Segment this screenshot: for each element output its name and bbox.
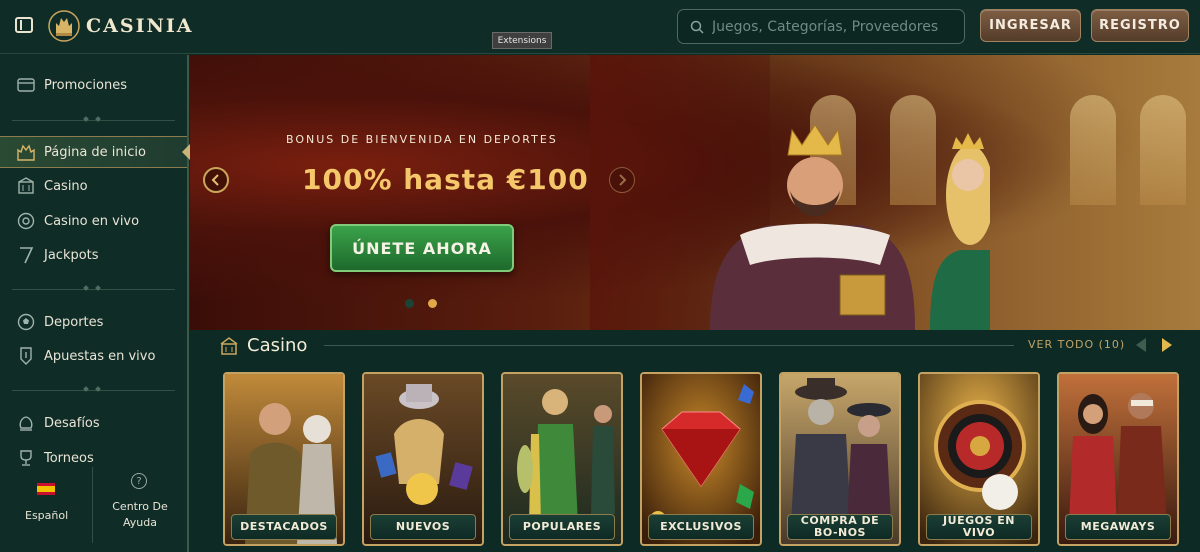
sidebar-item-label: Torneos xyxy=(44,450,94,466)
category-card-bonus-buy[interactable]: COMPRA DE BO-NOS xyxy=(779,372,901,546)
card-label: JUEGOS EN VIVO xyxy=(926,514,1032,540)
promotions-icon xyxy=(16,75,36,95)
sidebar-divider xyxy=(12,116,175,122)
card-label: EXCLUSIVOS xyxy=(648,514,754,540)
help-question-icon[interactable]: ? xyxy=(131,473,147,489)
language-help-area: Español ? Centro De Ayuda xyxy=(0,467,187,552)
sidebar-item-challenges[interactable]: Desafíos xyxy=(0,407,187,439)
trophy-icon xyxy=(16,448,36,468)
sidebar-item-label: Casino en vivo xyxy=(44,213,140,229)
jackpot-seven-icon xyxy=(16,245,36,265)
help-center-link[interactable]: Centro De Ayuda xyxy=(106,499,174,531)
casino-section-header: Casino VER TODO (10) xyxy=(190,330,1200,366)
card-label: DESTACADOS xyxy=(231,514,337,540)
chevron-right-icon xyxy=(619,174,627,186)
category-card-new[interactable]: NUEVOS xyxy=(362,372,484,546)
challenges-icon xyxy=(16,413,36,433)
sidebar-item-label: Página de inicio xyxy=(44,144,146,160)
category-card-live-games[interactable]: JUEGOS EN VIVO xyxy=(918,372,1040,546)
spain-flag-icon[interactable] xyxy=(37,483,55,495)
sidebar-item-home[interactable]: Página de inicio xyxy=(0,136,190,168)
register-button[interactable]: REGISTRO xyxy=(1091,9,1189,42)
live-bets-icon xyxy=(16,346,36,366)
card-label: POPULARES xyxy=(509,514,615,540)
search-box[interactable] xyxy=(677,9,965,44)
hero-banner: BONUS DE BIENVENIDA EN DEPORTES 100% has… xyxy=(190,55,1200,330)
sidebar: Promociones Página de inicio Casino Casi… xyxy=(0,55,190,552)
brand-name[interactable]: CASINIA xyxy=(86,15,193,37)
extensions-tooltip: Extensions xyxy=(492,32,552,49)
hero-prev-arrow[interactable] xyxy=(203,167,229,193)
live-casino-icon xyxy=(16,211,36,231)
search-icon xyxy=(690,20,704,34)
hero-window-decor xyxy=(1140,95,1186,205)
category-card-megaways[interactable]: MEGAWAYS xyxy=(1057,372,1179,546)
hero-title: 100% hasta €100 xyxy=(302,163,589,196)
sidebar-item-sports[interactable]: Deportes xyxy=(0,306,187,338)
home-castle-icon xyxy=(16,142,36,162)
join-now-button[interactable]: ÚNETE AHORA xyxy=(330,224,514,272)
carousel-dot-2-active[interactable] xyxy=(428,299,437,308)
casino-prev-arrow-icon[interactable] xyxy=(1134,337,1148,353)
language-separator xyxy=(92,467,93,543)
casino-icon xyxy=(16,176,36,196)
sidebar-divider xyxy=(12,285,175,291)
soccer-ball-icon xyxy=(16,312,36,332)
sidebar-item-label: Desafíos xyxy=(44,415,100,431)
sidebar-divider xyxy=(12,386,175,392)
sidebar-item-live-bets[interactable]: Apuestas en vivo xyxy=(0,340,187,372)
language-selector[interactable]: Español xyxy=(25,509,68,522)
view-all-link[interactable]: VER TODO (10) xyxy=(1028,338,1125,351)
casinia-crest-icon xyxy=(48,10,80,42)
sidebar-item-jackpots[interactable]: Jackpots xyxy=(0,239,187,271)
card-label: COMPRA DE BO-NOS xyxy=(787,514,893,540)
card-label: NUEVOS xyxy=(370,514,476,540)
hero-window-decor xyxy=(1070,95,1116,205)
hero-eyebrow: BONUS DE BIENVENIDA EN DEPORTES xyxy=(286,133,558,146)
carousel-dot-1[interactable] xyxy=(405,299,414,308)
sidebar-item-label: Promociones xyxy=(44,77,127,93)
top-bar: CASINIA INGRESAR REGISTRO xyxy=(0,0,1200,54)
search-input[interactable] xyxy=(712,18,952,35)
sidebar-item-label: Casino xyxy=(44,178,88,194)
casino-next-arrow-icon[interactable] xyxy=(1160,337,1174,353)
king-queen-illustration xyxy=(710,124,990,330)
sidebar-item-casino[interactable]: Casino xyxy=(0,170,187,202)
casino-section-title: Casino xyxy=(247,335,308,356)
card-label: MEGAWAYS xyxy=(1065,514,1171,540)
sidebar-item-label: Apuestas en vivo xyxy=(44,348,156,364)
login-button[interactable]: INGRESAR xyxy=(980,9,1081,42)
chevron-left-icon xyxy=(211,174,219,186)
sidebar-toggle-icon[interactable] xyxy=(15,17,33,33)
sidebar-item-label: Deportes xyxy=(44,314,104,330)
category-card-popular[interactable]: POPULARES xyxy=(501,372,623,546)
section-divider-line xyxy=(324,345,1014,346)
sidebar-item-live-casino[interactable]: Casino en vivo xyxy=(0,205,187,237)
casino-building-icon xyxy=(220,337,238,355)
hero-next-arrow[interactable] xyxy=(609,167,635,193)
category-card-exclusive[interactable]: EXCLUSIVOS xyxy=(640,372,762,546)
category-card-featured[interactable]: DESTACADOS xyxy=(223,372,345,546)
sidebar-item-label: Jackpots xyxy=(44,247,99,263)
sidebar-item-promotions[interactable]: Promociones xyxy=(0,69,187,101)
